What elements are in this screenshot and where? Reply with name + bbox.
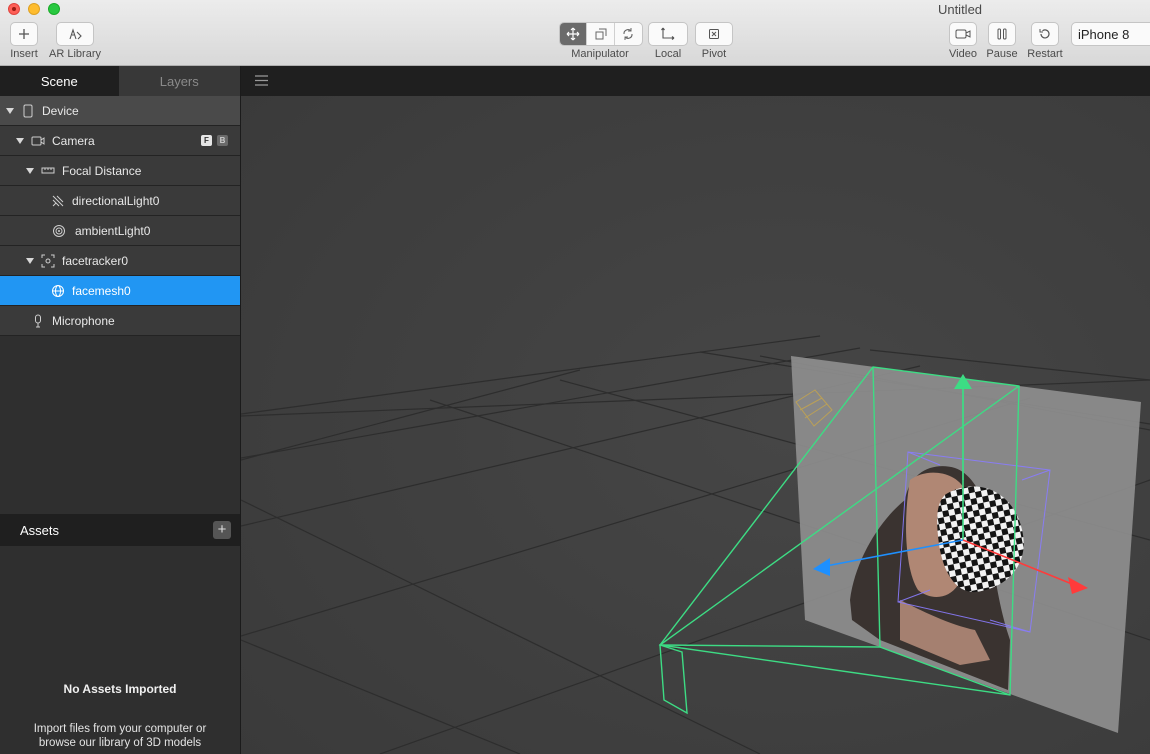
- disclosure-icon[interactable]: [16, 138, 24, 144]
- tree-item-label: Focal Distance: [62, 164, 142, 178]
- video-camera-icon: [955, 29, 971, 39]
- pause-button[interactable]: [988, 22, 1016, 46]
- scene-viewport[interactable]: [241, 96, 1150, 754]
- disclosure-icon[interactable]: [6, 108, 14, 114]
- manipulator-segmented: [559, 22, 643, 46]
- local-axes-icon: [661, 27, 675, 40]
- pivot-button[interactable]: [695, 22, 733, 46]
- tree-item-label: Device: [42, 104, 79, 118]
- tree-item-label: facemesh0: [72, 284, 131, 298]
- panel-tabs: Scene Layers: [0, 66, 240, 96]
- restart-button[interactable]: [1031, 22, 1059, 46]
- rotate-tool-button[interactable]: [615, 23, 642, 45]
- camera-icon: [31, 136, 45, 146]
- local-button[interactable]: [648, 22, 688, 46]
- toolbar: Untitled Insert AR Library Manipulator L…: [0, 0, 1150, 66]
- empty-assets-message: Import files from your computer or brows…: [33, 723, 207, 749]
- restart-control: Restart: [1025, 22, 1065, 60]
- pivot-label: Pivot: [701, 48, 727, 60]
- local-label: Local: [654, 48, 682, 60]
- insert-button[interactable]: [10, 22, 38, 46]
- tree-item-device[interactable]: Device: [0, 96, 240, 126]
- move-icon: [566, 27, 580, 41]
- video-control: Video: [948, 22, 978, 60]
- globe-icon: [52, 285, 64, 297]
- scene-panel: Scene Layers Device Camera F B Focal Dis…: [0, 66, 241, 754]
- pause-control: Pause: [986, 22, 1018, 60]
- pivot-icon: [709, 29, 719, 39]
- restart-label: Restart: [1027, 48, 1063, 60]
- manipulator-label: Manipulator: [571, 48, 629, 60]
- tree-item-microphone[interactable]: Microphone: [0, 306, 240, 336]
- scene-canvas[interactable]: [241, 96, 1150, 754]
- tree-item-camera[interactable]: Camera F B: [0, 126, 240, 156]
- ar-library-control: AR Library: [46, 22, 104, 60]
- move-tool-button[interactable]: [560, 23, 588, 45]
- front-camera-badge[interactable]: F: [201, 135, 212, 146]
- empty-assets-title: No Assets Imported: [63, 682, 177, 696]
- window-title: Untitled: [937, 2, 983, 17]
- back-camera-badge[interactable]: B: [217, 135, 228, 146]
- tree-item-label: ambientLight0: [75, 224, 151, 238]
- microphone-icon: [35, 314, 41, 328]
- insert-control: Insert: [9, 22, 39, 60]
- tree-item-directional-light[interactable]: directionalLight0: [0, 186, 240, 216]
- manipulator-control: Manipulator: [559, 22, 643, 60]
- insert-label: Insert: [10, 48, 38, 60]
- tree-item-focal-distance[interactable]: Focal Distance: [0, 156, 240, 186]
- plus-icon: [19, 29, 29, 39]
- rotate-icon: [623, 28, 633, 40]
- disclosure-icon[interactable]: [26, 168, 34, 174]
- device-select[interactable]: iPhone 8: [1071, 22, 1150, 46]
- disclosure-icon[interactable]: [26, 258, 34, 264]
- tree-item-label: facetracker0: [62, 254, 129, 268]
- tree-item-facemesh[interactable]: facemesh0: [0, 276, 240, 306]
- video-label: Video: [949, 48, 977, 60]
- viewport-toolbar: [241, 66, 1150, 96]
- close-window-button[interactable]: [8, 3, 20, 15]
- ar-library-label: AR Library: [49, 48, 101, 60]
- pivot-control: Pivot: [694, 22, 734, 60]
- scale-icon: [595, 28, 607, 40]
- tree-item-label: Camera: [52, 134, 95, 148]
- menu-icon[interactable]: [255, 75, 268, 86]
- assets-header: Assets +: [0, 514, 240, 546]
- tree-item-facetracker[interactable]: facetracker0: [0, 246, 240, 276]
- scale-tool-button[interactable]: [587, 23, 615, 45]
- ar-library-button[interactable]: [56, 22, 94, 46]
- tab-scene[interactable]: Scene: [0, 66, 119, 96]
- ruler-icon: [41, 167, 55, 174]
- pause-label: Pause: [986, 48, 1018, 60]
- restart-icon: [1039, 29, 1050, 39]
- assets-title: Assets: [20, 523, 60, 538]
- tree-item-label: Microphone: [52, 314, 115, 328]
- minimize-window-button[interactable]: [28, 3, 40, 15]
- tree-item-label: directionalLight0: [72, 194, 160, 208]
- tab-layers[interactable]: Layers: [118, 66, 240, 96]
- add-asset-button[interactable]: +: [213, 521, 231, 539]
- tree-item-ambient-light[interactable]: ambientLight0: [0, 216, 240, 246]
- maximize-window-button[interactable]: [48, 3, 60, 15]
- phone-icon: [23, 104, 33, 118]
- video-button[interactable]: [949, 22, 977, 46]
- ar-library-icon: [69, 28, 82, 40]
- ambient-light-icon: [53, 225, 65, 237]
- pause-icon: [997, 28, 1007, 40]
- local-control: Local: [648, 22, 688, 60]
- directional-light-icon: [52, 195, 64, 207]
- face-tracker-icon: [41, 254, 55, 268]
